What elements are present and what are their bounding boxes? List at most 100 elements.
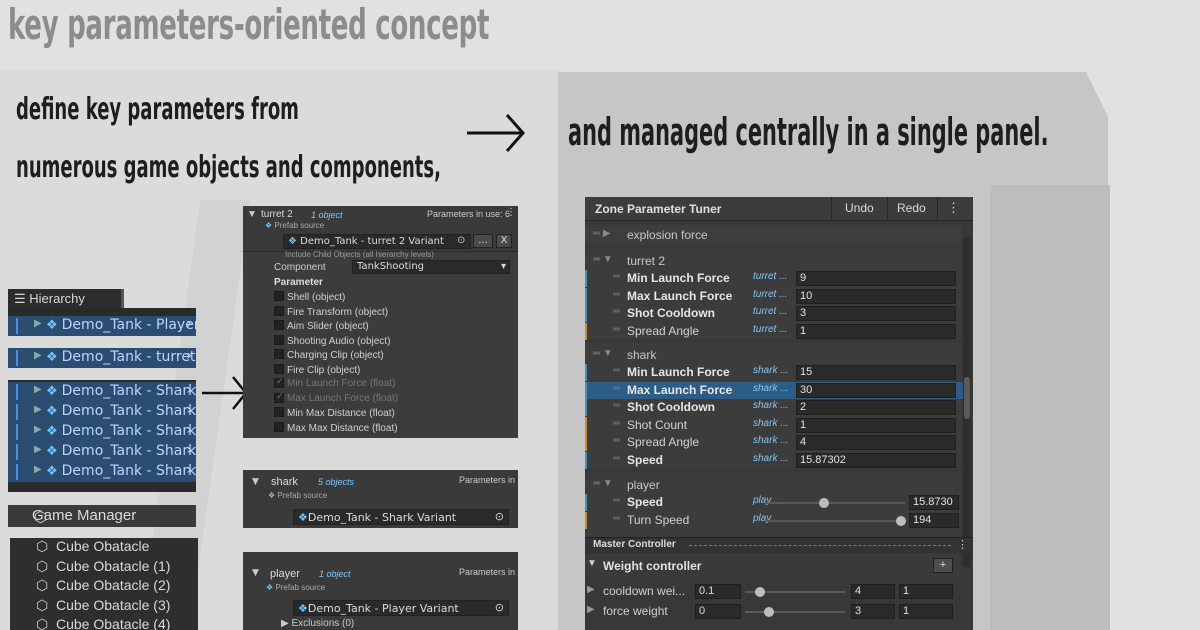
divider (689, 545, 951, 546)
hierarchy-item-player[interactable]: ▶ ❖ Demo_Tank - Player › (8, 316, 196, 336)
turret-prefab-field[interactable]: ❖ Demo_Tank - turret 2 Variant (283, 234, 471, 249)
weight-controller-header[interactable]: ▼ Weight controller + (585, 554, 961, 578)
cube-icon: ⬡ (34, 509, 48, 526)
kebab-menu-icon[interactable]: ⋮ (947, 200, 960, 216)
component-dropdown[interactable]: TankShooting ▾ (352, 260, 510, 274)
parameter-row[interactable]: ═ Shot Cooldown shark ... 2 (585, 399, 963, 417)
parameter-row[interactable]: ═ Shot Count shark ... 1 (585, 416, 963, 435)
slider-track[interactable] (765, 498, 905, 508)
shark-prefab-field[interactable]: ❖Demo_Tank - Shark Variant ⊙ (293, 509, 509, 525)
hierarchy-item-shark[interactable]: ▶ ❖ Demo_Tank - Shark › (8, 462, 196, 482)
value-field: 15.8730 (909, 495, 959, 510)
weight-value-field[interactable]: 1 (899, 584, 953, 599)
weight-value-field[interactable]: 1 (899, 604, 953, 619)
checkbox[interactable] (274, 363, 284, 374)
checkbox[interactable] (274, 421, 284, 432)
weight-min-field[interactable]: 0.1 (695, 584, 741, 599)
list-item[interactable]: ⬡ Cube Obatacle (1) (10, 558, 198, 578)
parameter-group-header[interactable]: ═ ▼ turret 2 (585, 253, 961, 270)
foldout-triangle-icon[interactable]: ▼ (252, 568, 259, 578)
parameter-option[interactable]: Shell (object) (274, 291, 345, 303)
hierarchy-item-game-manager[interactable]: ⬡ Game Manager (8, 505, 196, 527)
scrollbar[interactable] (963, 237, 971, 567)
checkbox[interactable] (274, 291, 284, 301)
weight-row[interactable]: ▶ cooldown wei... 0.1 4 1 (585, 583, 961, 601)
more-button[interactable]: ... (473, 234, 493, 248)
scrollbar-thumb[interactable] (964, 377, 970, 419)
target-icon[interactable]: ⊙ (457, 235, 465, 246)
parameter-option[interactable]: Shooting Audio (object) (274, 334, 390, 347)
weight-max-field[interactable]: 4 (851, 584, 895, 599)
slider-knob[interactable] (754, 587, 765, 597)
remove-button[interactable]: X (496, 234, 512, 248)
subline-2: numerous game objects and components, (16, 150, 441, 185)
parameter-row[interactable]: ═ Speed play... 15.8730 (585, 494, 963, 512)
cube-icon: ⬡ (36, 557, 49, 574)
parameter-row[interactable]: ═ Shot Cooldown turret ... 3 (585, 305, 963, 323)
hierarchy-item-shark[interactable]: ▶ ❖ Demo_Tank - Shark › (8, 422, 196, 442)
parameter-row[interactable]: ═ Spread Angle shark ... 4 (585, 434, 963, 452)
slider-track[interactable] (745, 607, 845, 617)
list-item[interactable]: ⬡ Cube Obatacle (2) (10, 577, 198, 597)
parameter-option[interactable]: Max Launch Force (float) (274, 392, 398, 404)
add-button[interactable]: + (933, 558, 953, 573)
hierarchy-item-shark[interactable]: ▶ ❖ Demo_Tank - Shark › (8, 402, 196, 422)
parameter-row[interactable]: ═ Min Launch Force shark ... 15 (585, 364, 963, 382)
parameter-row[interactable]: ═ Speed shark ... 15.87302 (585, 451, 963, 470)
shark-params: Parameters in (459, 475, 516, 485)
foldout-triangle-icon[interactable]: ▼ (247, 209, 257, 220)
parameter-row[interactable]: ═ Max Launch Force shark ... 30 (585, 381, 963, 399)
kebab-menu-icon[interactable]: ⋮ (506, 207, 516, 218)
parameter-option[interactable]: Min Max Distance (float) (274, 407, 395, 419)
slider-knob[interactable] (819, 498, 829, 508)
drag-handle-icon: ═ (613, 435, 621, 446)
list-item[interactable]: ⬡ Cube Obatacle (4) (10, 616, 198, 630)
include-child-option[interactable]: Include Child Objects (all hierarchy lev… (285, 250, 434, 259)
slider-knob[interactable] (895, 515, 906, 526)
list-item[interactable]: ⬡ Cube Obatacle (10, 538, 198, 558)
parameter-group-header[interactable]: ═ ▼ player (585, 477, 961, 494)
hierarchy-tab[interactable]: ☰ Hierarchy (8, 289, 124, 308)
parameter-row[interactable]: ═ Spread Angle turret ... 1 (585, 322, 963, 341)
parameter-group-header[interactable]: ═ ▼ shark (585, 347, 961, 364)
checkbox[interactable] (274, 305, 284, 316)
slider-knob[interactable] (764, 607, 774, 617)
parameter-option[interactable]: Min Launch Force (float) (274, 378, 395, 389)
checkbox[interactable] (274, 320, 284, 330)
list-item[interactable]: ⬡ Cube Obatacle (3) (10, 597, 198, 617)
checkbox[interactable] (274, 349, 284, 359)
redo-button[interactable]: Redo (897, 201, 926, 215)
parameter-row[interactable]: ═ Max Launch Force turret ... 10 (585, 287, 963, 306)
slider-track[interactable] (765, 515, 906, 526)
exclusions-foldout[interactable]: ▶ Exclusions (0) (281, 618, 354, 629)
turret-panel-count: 1 object (311, 210, 343, 220)
parameter-option[interactable]: Charging Clip (object) (274, 349, 384, 361)
checkbox[interactable] (274, 392, 284, 403)
foldout-triangle-icon[interactable]: ▼ (252, 477, 259, 487)
checkbox[interactable] (274, 378, 284, 388)
hierarchy-item-shark[interactable]: ▶ ❖ Demo_Tank - Shark › (8, 442, 196, 462)
parameter-row[interactable]: ═ Turn Speed play... 194 (585, 511, 963, 530)
weight-row[interactable]: ▶ force weight 0 3 1 (585, 603, 961, 621)
checkbox[interactable] (274, 334, 284, 345)
foldout-triangle-icon: ▶ (587, 584, 595, 595)
hierarchy-item-shark[interactable]: ▶ ❖ Demo_Tank - Shark › (8, 382, 196, 402)
divider (887, 197, 888, 221)
parameter-option[interactable]: Aim Slider (object) (274, 320, 369, 332)
undo-button[interactable]: Undo (845, 201, 874, 215)
parameter-option[interactable]: Fire Clip (object) (274, 363, 360, 376)
player-prefab-field[interactable]: ❖Demo_Tank - Player Variant ⊙ (293, 600, 509, 616)
parameter-option[interactable]: Max Max Distance (float) (274, 421, 398, 434)
parameter-option[interactable]: Fire Transform (object) (274, 305, 388, 318)
shark-panel-count: 5 objects (318, 477, 355, 487)
prefab-cube-icon: ❖ (46, 444, 58, 459)
slider-track[interactable] (745, 587, 845, 597)
hierarchy-item-turret[interactable]: ▶ ❖ Demo_Tank - turret 2 › (8, 348, 196, 368)
player-params: Parameters in (459, 567, 516, 577)
weight-max-field[interactable]: 3 (851, 604, 895, 619)
parameter-row[interactable]: ═ Min Launch Force turret ... 9 (585, 270, 963, 288)
checkbox[interactable] (274, 407, 284, 417)
zpt-header: Zone Parameter Tuner Undo Redo ⋮ (585, 197, 973, 221)
weight-min-field[interactable]: 0 (695, 604, 741, 619)
explosion-group[interactable]: ═ ▶ explosion force (585, 225, 961, 245)
